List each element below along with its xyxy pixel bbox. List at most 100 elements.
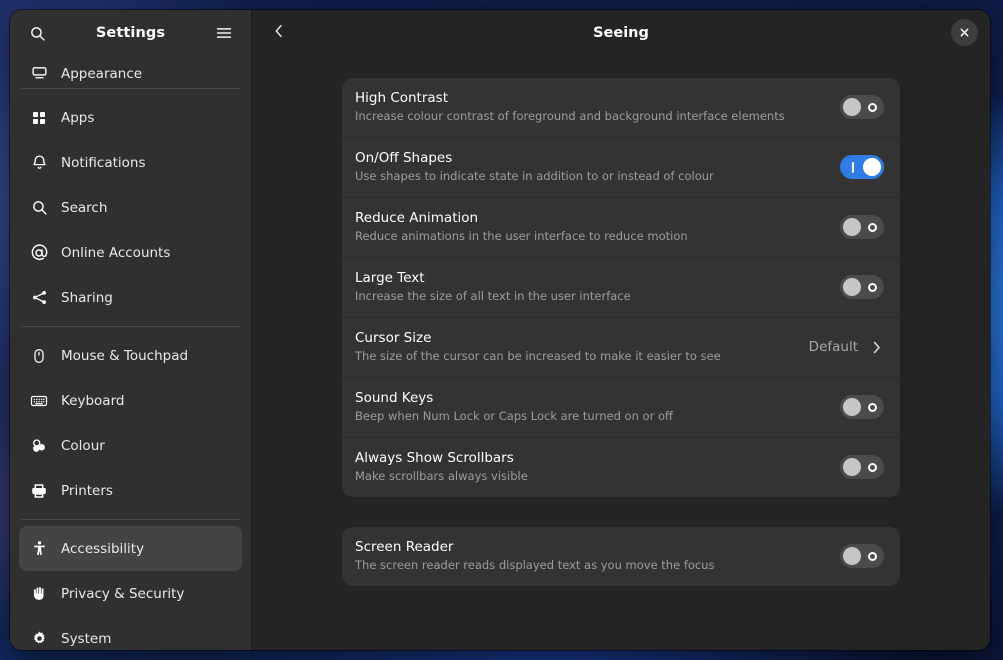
reduce-animation-toggle[interactable]: [840, 215, 884, 239]
row-reduce-animation[interactable]: Reduce Animation Reduce animations in th…: [342, 198, 900, 258]
sidebar-item-label: System: [61, 630, 112, 647]
settings-group-screen-reader: Screen Reader The screen reader reads di…: [342, 527, 900, 586]
sidebar-item-label: Mouse & Touchpad: [61, 347, 189, 364]
toggle-off-shape-icon: [864, 95, 880, 119]
row-on-off-shapes[interactable]: On/Off Shapes Use shapes to indicate sta…: [342, 138, 900, 198]
at-sign-icon: [30, 243, 48, 262]
row-sound-keys[interactable]: Sound Keys Beep when Num Lock or Caps Lo…: [342, 378, 900, 438]
page-title: Seeing: [593, 25, 649, 41]
sidebar-item-privacy-security[interactable]: Privacy & Security: [19, 571, 242, 616]
row-text: Screen Reader The screen reader reads di…: [355, 539, 840, 573]
toggle-knob: [843, 458, 861, 476]
row-title: Screen Reader: [355, 539, 454, 555]
row-title: Large Text: [355, 270, 425, 286]
row-subtitle: Increase the size of all text in the use…: [355, 289, 631, 303]
sidebar-item-search[interactable]: Search: [19, 185, 242, 230]
row-title: Cursor Size: [355, 330, 432, 346]
settings-list: High Contrast Increase colour contrast o…: [252, 56, 990, 650]
toggle-knob: [843, 398, 861, 416]
sidebar-title: Settings: [95, 25, 166, 41]
row-subtitle: Use shapes to indicate state in addition…: [355, 169, 714, 183]
high-contrast-toggle[interactable]: [840, 95, 884, 119]
row-subtitle: Make scrollbars always visible: [355, 469, 528, 483]
hand-icon: [30, 585, 48, 603]
sidebar-item-label: Privacy & Security: [61, 585, 185, 602]
sidebar-item-keyboard[interactable]: Keyboard: [19, 378, 242, 423]
sidebar-nav-list[interactable]: Appearance Apps Notifications Search Onl…: [10, 56, 251, 650]
back-button[interactable]: [264, 18, 294, 48]
row-title: Sound Keys: [355, 390, 434, 406]
screen-reader-toggle[interactable]: [840, 544, 884, 568]
chevron-right-icon[interactable]: [869, 340, 884, 355]
printer-icon: [30, 482, 48, 500]
sidebar-item-mouse-touchpad[interactable]: Mouse & Touchpad: [19, 333, 242, 378]
always-show-scrollbars-toggle[interactable]: [840, 455, 884, 479]
sidebar-item-apps[interactable]: Apps: [19, 95, 242, 140]
sidebar-divider: [21, 519, 240, 520]
row-subtitle: The screen reader reads displayed text a…: [355, 558, 715, 572]
close-icon: [959, 23, 970, 42]
gear-icon: [30, 630, 48, 648]
on-off-shapes-toggle[interactable]: [840, 155, 884, 179]
accessibility-person-icon: [30, 540, 48, 558]
row-large-text[interactable]: Large Text Increase the size of all text…: [342, 258, 900, 318]
chevron-left-icon: [271, 23, 287, 43]
settings-window: Settings Appearance Apps Notifications S…: [10, 10, 990, 650]
large-text-toggle[interactable]: [840, 275, 884, 299]
share-nodes-icon: [30, 289, 48, 307]
sidebar-item-label: Notifications: [61, 154, 146, 171]
row-always-show-scrollbars[interactable]: Always Show Scrollbars Make scrollbars a…: [342, 438, 900, 497]
sidebar: Settings Appearance Apps Notifications S…: [10, 10, 252, 650]
sidebar-divider: [21, 88, 240, 89]
sidebar-item-label: Online Accounts: [61, 244, 171, 261]
sidebar-item-accessibility[interactable]: Accessibility: [19, 526, 242, 571]
sidebar-item-colour[interactable]: Colour: [19, 423, 242, 468]
row-text: Cursor Size The size of the cursor can b…: [355, 330, 809, 364]
sidebar-item-sharing[interactable]: Sharing: [19, 275, 242, 320]
row-subtitle: Reduce animations in the user interface …: [355, 229, 688, 243]
sidebar-item-system[interactable]: System: [19, 616, 242, 650]
sound-keys-toggle[interactable]: [840, 395, 884, 419]
toggle-knob: [863, 158, 881, 176]
apps-grid-icon: [30, 109, 48, 127]
row-title: High Contrast: [355, 90, 449, 106]
toggle-off-shape-icon: [864, 544, 880, 568]
row-title: Always Show Scrollbars: [355, 450, 514, 466]
sidebar-item-printers[interactable]: Printers: [19, 468, 242, 513]
row-title: Reduce Animation: [355, 210, 479, 226]
toggle-off-shape-icon: [864, 455, 880, 479]
row-text: Large Text Increase the size of all text…: [355, 270, 840, 304]
row-screen-reader[interactable]: Screen Reader The screen reader reads di…: [342, 527, 900, 586]
row-cursor-size[interactable]: Cursor Size The size of the cursor can b…: [342, 318, 900, 378]
row-text: Always Show Scrollbars Make scrollbars a…: [355, 450, 840, 484]
sidebar-item-label: Printers: [61, 482, 113, 499]
row-text: High Contrast Increase colour contrast o…: [355, 90, 840, 124]
row-title: On/Off Shapes: [355, 150, 453, 166]
keyboard-icon: [30, 392, 48, 410]
toggle-off-shape-icon: [864, 215, 880, 239]
bell-icon: [30, 154, 48, 172]
toggle-knob: [843, 278, 861, 296]
search-icon[interactable]: [24, 20, 50, 46]
row-subtitle: Beep when Num Lock or Caps Lock are turn…: [355, 409, 673, 423]
row-subtitle: The size of the cursor can be increased …: [355, 349, 721, 363]
content-panel: Seeing High Contrast Increase colour con…: [252, 10, 990, 650]
sidebar-item-online-accounts[interactable]: Online Accounts: [19, 230, 242, 275]
appearance-icon: [30, 64, 48, 82]
sidebar-item-label: Appearance: [61, 66, 143, 82]
hamburger-menu-icon[interactable]: [211, 20, 237, 46]
sidebar-divider: [21, 326, 240, 327]
row-high-contrast[interactable]: High Contrast Increase colour contrast o…: [342, 78, 900, 138]
colour-icon: [30, 437, 48, 455]
close-button[interactable]: [951, 19, 978, 46]
toggle-knob: [843, 98, 861, 116]
sidebar-item-notifications[interactable]: Notifications: [19, 140, 242, 185]
toggle-knob: [843, 218, 861, 236]
row-text: Reduce Animation Reduce animations in th…: [355, 210, 840, 244]
content-header: Seeing: [252, 10, 990, 56]
cursor-size-value: Default: [808, 339, 858, 355]
sidebar-item-appearance[interactable]: Appearance: [19, 56, 242, 82]
toggle-knob: [843, 547, 861, 565]
sidebar-item-label: Accessibility: [61, 540, 145, 557]
search-icon: [30, 199, 48, 217]
